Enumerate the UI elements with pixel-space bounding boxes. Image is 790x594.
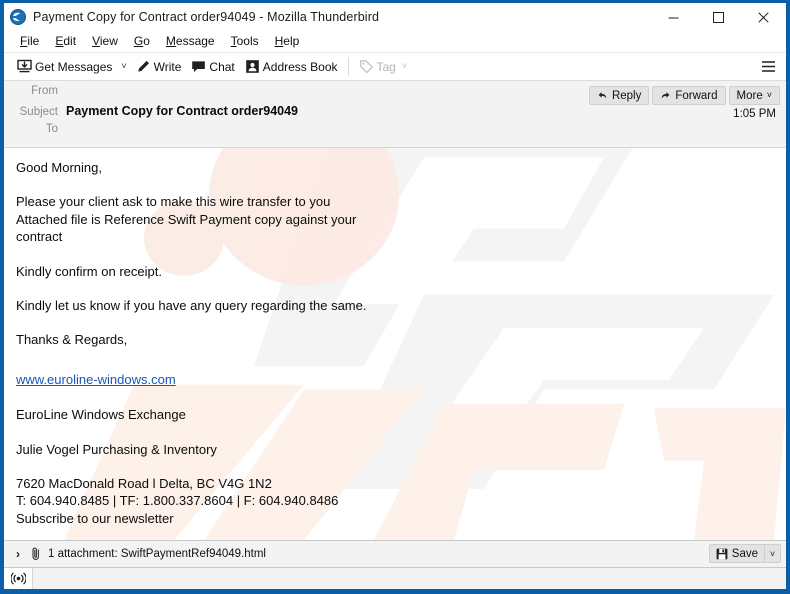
subject-label: Subject <box>19 106 58 118</box>
address-book-label: Address Book <box>262 59 338 74</box>
menu-accelerator: H <box>274 34 284 48</box>
menu-accelerator: V <box>92 34 100 48</box>
body-p1-line1: Please your client ask to make this wire… <box>16 194 331 210</box>
subject-value: Payment Copy for Contract order94049 <box>66 104 299 118</box>
menu-accelerator: F <box>20 34 28 48</box>
body-signoff: Thanks & Regards, <box>16 332 128 348</box>
message-action-buttons: Reply Forward More ˅ <box>588 86 780 105</box>
body-company: EuroLine Windows Exchange <box>16 407 186 423</box>
forward-label: Forward <box>675 89 718 102</box>
from-label: From <box>31 85 58 97</box>
close-icon <box>758 11 769 23</box>
menu-item-go[interactable]: Go <box>126 31 158 52</box>
body-paragraph-1: Please your client ask to make this wire… <box>16 193 774 245</box>
broadcast-online-icon <box>10 572 26 585</box>
attachment-bar: › 1 attachment: SwiftPaymentRef94049.htm… <box>4 540 786 567</box>
tag-button[interactable]: Tag ˅ <box>354 55 413 78</box>
mail-toolbar: Get Messages ˅ Write Chat Address Book T… <box>4 53 786 81</box>
body-paragraph-3: Kindly let us know if you have any query… <box>16 298 367 314</box>
body-address: 7620 MacDonald Road l Delta, BC V4G 1N2 <box>16 476 272 492</box>
forward-button[interactable]: Forward <box>652 86 726 105</box>
menu-item-edit[interactable]: Edit <box>47 31 84 52</box>
header-row-subject: Subject Payment Copy for Contract order9… <box>4 104 786 123</box>
save-disk-icon <box>716 548 728 559</box>
address-book-button[interactable]: Address Book <box>240 55 343 78</box>
get-messages-button[interactable]: Get Messages <box>12 55 117 78</box>
title-bar: Payment Copy for Contract order94049 - M… <box>4 3 786 31</box>
toolbar-separator <box>347 57 349 76</box>
maximize-icon <box>713 11 724 23</box>
tag-dropdown-caret[interactable]: ˅ <box>399 62 407 71</box>
connection-status[interactable] <box>4 568 33 589</box>
write-label: Write <box>153 59 182 74</box>
close-button[interactable] <box>741 3 786 31</box>
message-time: 1:05 PM <box>733 108 776 120</box>
menu-accelerator: E <box>55 34 64 48</box>
message-body-pane: Good Morning, Please your client ask to … <box>4 148 786 540</box>
message-body-text: Good Morning, Please your client ask to … <box>4 148 786 527</box>
thunderbird-window: Payment Copy for Contract order94049 - M… <box>0 0 790 594</box>
maximize-button[interactable] <box>696 3 741 31</box>
body-phones: T: 604.940.8485 | TF: 1.800.337.8604 | F… <box>16 493 339 509</box>
message-header: From Subject Payment Copy for Contract o… <box>4 81 786 148</box>
to-label: To <box>45 123 58 135</box>
more-label: More <box>736 89 763 102</box>
chevron-down-icon: ˅ <box>766 90 772 100</box>
get-messages-icon <box>17 59 32 73</box>
get-messages-label: Get Messages <box>35 59 113 74</box>
thunderbird-logo-icon <box>10 9 26 25</box>
window-controls <box>651 3 786 31</box>
menu-accelerator: T <box>230 34 237 48</box>
body-person: Julie Vogel Purchasing & Inventory <box>16 441 217 457</box>
address-book-icon <box>245 60 259 73</box>
chevron-right-icon[interactable]: › <box>11 548 25 560</box>
minimize-icon <box>668 17 679 18</box>
minimize-button[interactable] <box>651 3 696 31</box>
pencil-icon <box>137 60 149 72</box>
menu-item-view[interactable]: View <box>84 31 126 52</box>
reply-label: Reply <box>611 89 642 102</box>
save-label: Save <box>731 547 758 560</box>
body-link-paragraph: www.euroline-windows.com <box>16 371 774 388</box>
window-title: Payment Copy for Contract order94049 - M… <box>33 10 380 24</box>
forward-arrow-icon <box>662 92 670 99</box>
body-newsletter: Subscribe to our newsletter <box>16 510 174 526</box>
menu-accelerator: M <box>165 34 176 48</box>
body-paragraph-2: Kindly confirm on receipt. <box>16 263 162 279</box>
menu-item-help[interactable]: Help <box>267 31 308 52</box>
menu-accelerator: G <box>133 34 144 48</box>
paperclip-icon <box>32 547 39 560</box>
more-button[interactable]: More ˅ <box>728 86 780 105</box>
header-row-to: To <box>4 123 786 142</box>
hamburger-menu-icon <box>761 61 775 72</box>
body-p1-line2: Attached file is Reference Swift Payment… <box>16 211 357 227</box>
get-messages-dropdown[interactable]: ˅ <box>117 62 130 71</box>
reply-button[interactable]: Reply <box>588 86 650 105</box>
menu-bar: File Edit View Go Message Tools Help <box>4 31 786 53</box>
save-dropdown-caret[interactable]: ˅ <box>764 545 780 562</box>
menu-item-tools[interactable]: Tools <box>223 31 267 52</box>
tag-icon <box>359 60 373 74</box>
body-p1-line3: contract <box>16 229 63 245</box>
write-button[interactable]: Write <box>131 55 187 78</box>
app-menu-button[interactable] <box>756 55 780 78</box>
chat-button[interactable]: Chat <box>186 55 239 78</box>
menu-item-message[interactable]: Message <box>158 31 223 52</box>
save-button[interactable]: Save <box>710 545 764 562</box>
reply-arrow-icon <box>598 92 607 99</box>
attachment-label: 1 attachment: SwiftPaymentRef94049.html <box>48 548 266 560</box>
company-website-link[interactable]: www.euroline-windows.com <box>16 372 176 387</box>
chat-label: Chat <box>209 59 235 74</box>
menu-item-file[interactable]: File <box>12 31 47 52</box>
tag-label: Tag <box>376 59 396 74</box>
attachment-save-group: Save ˅ <box>708 544 781 563</box>
chat-bubble-icon <box>192 61 206 73</box>
status-bar <box>4 567 786 589</box>
body-greeting: Good Morning, <box>16 160 102 175</box>
